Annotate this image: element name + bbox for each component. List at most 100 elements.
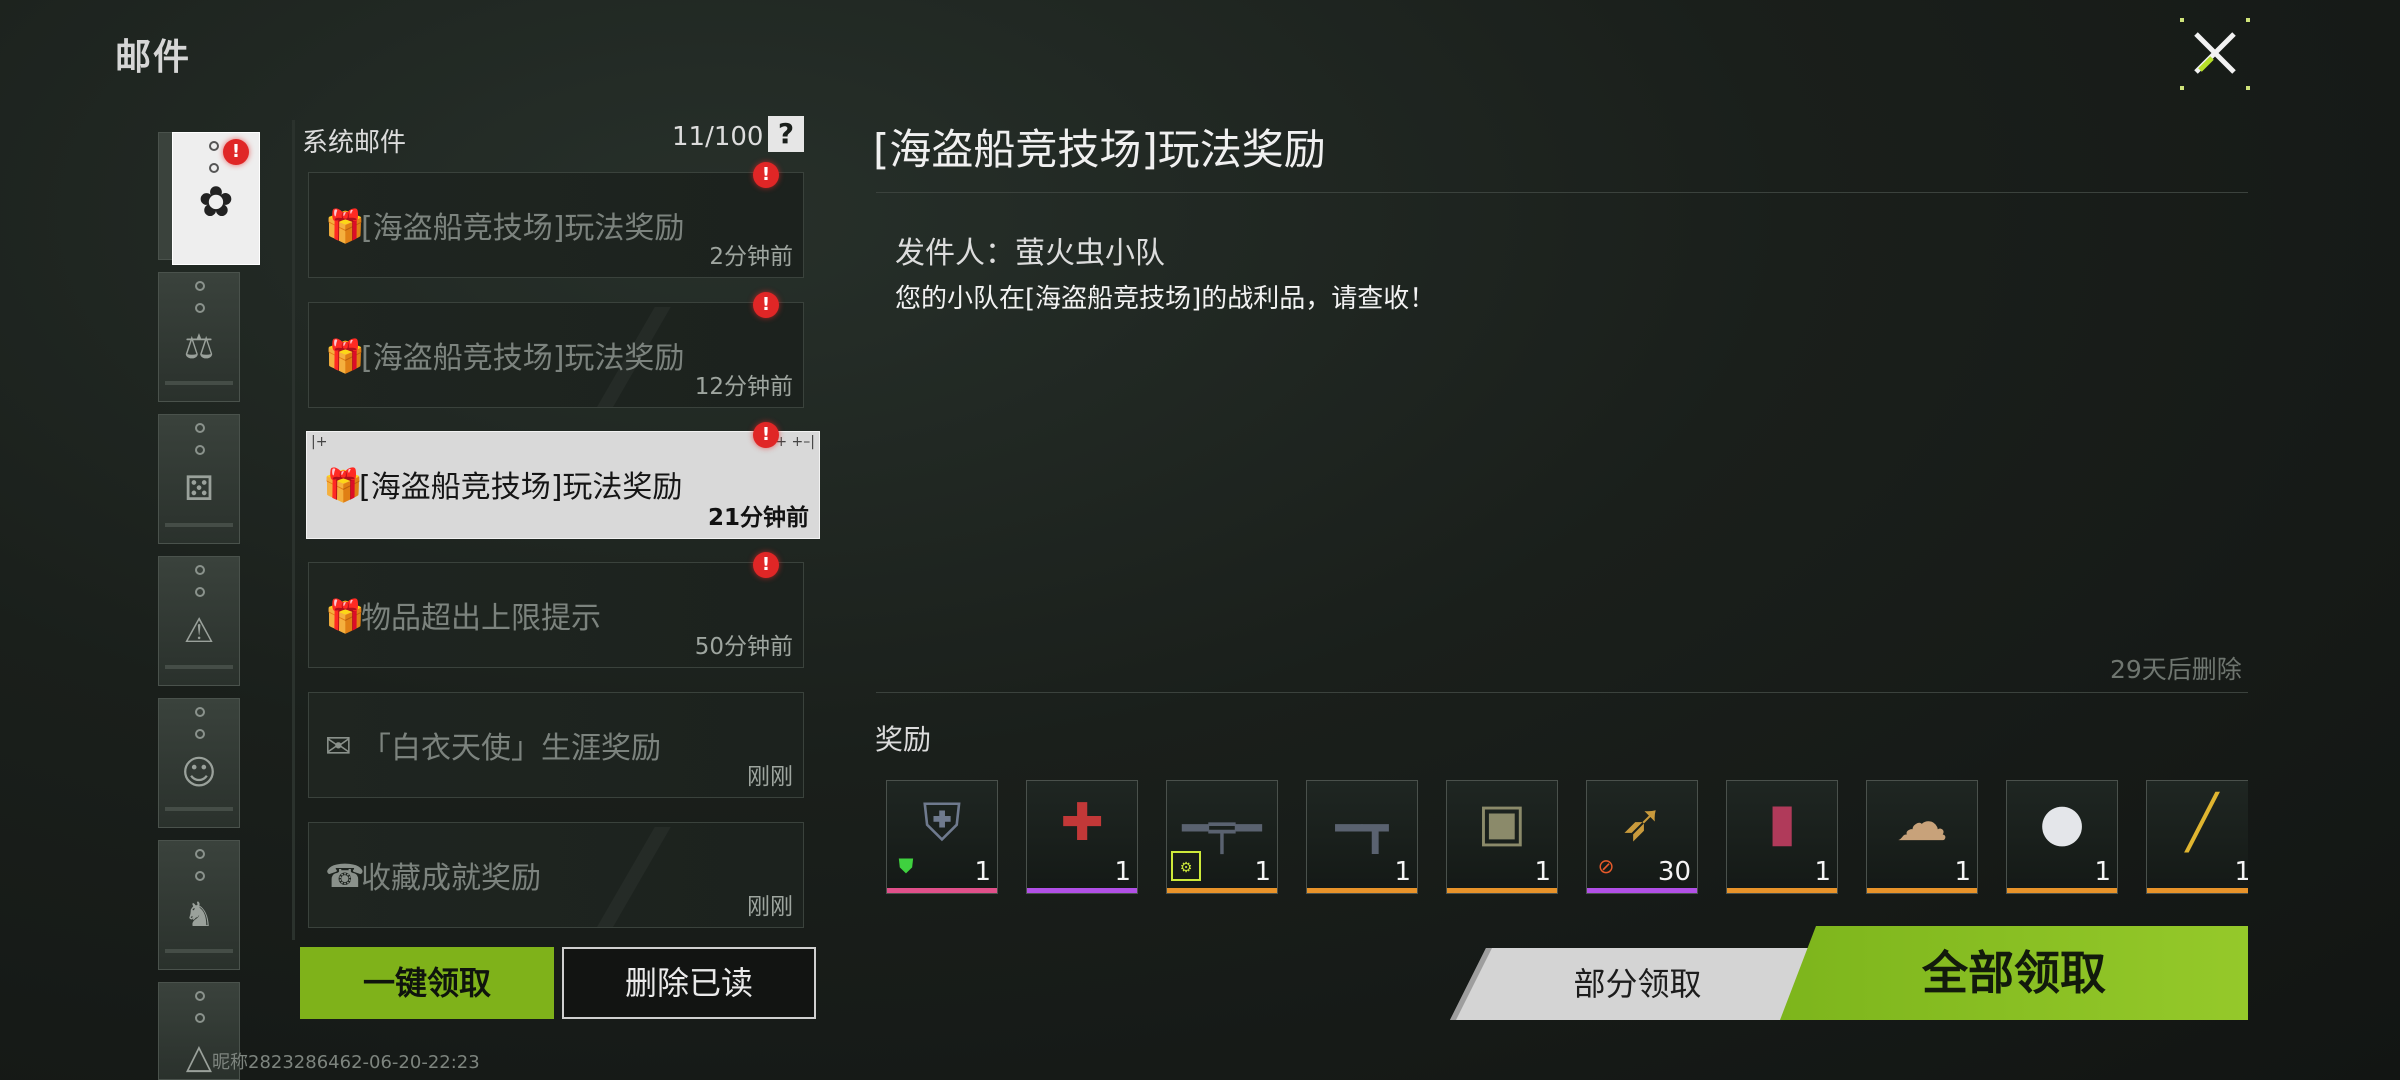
gavel-icon: ⚖: [183, 327, 215, 367]
ghillie-hood-icon: ☁: [1896, 793, 1948, 853]
page-title: 邮件: [115, 37, 192, 78]
rarity-bar: [1167, 888, 1277, 893]
gift-icon: 🎁: [325, 337, 365, 375]
trophy-icon: ☎: [325, 857, 365, 895]
mail-time: 50分钟前: [694, 634, 793, 660]
reward-qty: 1: [2234, 857, 2248, 887]
mail-item[interactable]: 🎁 [海盗船竞技场]玩法奖励 12分钟前: [308, 302, 804, 408]
mail-time: 刚刚: [747, 764, 793, 790]
gift-icon: 🎁: [325, 207, 365, 245]
rewards-label: 奖励: [875, 723, 932, 756]
reward-item[interactable]: ⛨ ⛊ 1: [886, 780, 998, 894]
backpack-icon: ▣: [1477, 793, 1527, 853]
unread-badge: !: [753, 552, 779, 578]
category-notice[interactable]: ⚠: [158, 556, 240, 686]
gift-icon: 🎁: [323, 466, 363, 504]
reward-qty: 1: [974, 857, 991, 887]
reward-item[interactable]: ● 1: [2006, 780, 2118, 894]
mail-time: 21分钟前: [707, 505, 809, 531]
category-friends[interactable]: ☺: [158, 698, 240, 828]
reward-item[interactable]: ☁ 1: [1866, 780, 1978, 894]
rarity-bar: [887, 888, 997, 893]
player-nickname: 昵称2823286462-06-20-22:23: [212, 1052, 480, 1073]
reward-qty: 30: [1657, 857, 1691, 887]
reward-item[interactable]: ▮ 1: [1726, 780, 1838, 894]
smg-icon: ━┳: [1335, 803, 1389, 854]
reward-item[interactable]: ➶ ⊘ 30: [1586, 780, 1698, 894]
divider: [876, 692, 2248, 693]
rarity-bar: [1727, 888, 1837, 893]
mail-title: [海盗船竞技场]玩法奖励: [361, 341, 685, 376]
no-entry-tag-icon: ⊘: [1597, 854, 1615, 878]
reward-qty: 1: [1394, 857, 1411, 887]
partial-claim-label: 部分领取: [1573, 965, 1702, 1003]
mail-title: 物品超出上限提示: [361, 601, 601, 636]
ammo-icon: ➶: [1620, 793, 1664, 853]
mail-detail-title: [海盗船竞技场]玩法奖励: [873, 125, 1326, 174]
divider: [876, 192, 2248, 193]
mail-item[interactable]: ☎ 收藏成就奖励 刚刚: [308, 822, 804, 928]
mail-title: [海盗船竞技场]玩法奖励: [361, 211, 685, 246]
golden-pistol-icon: ╱: [2186, 793, 2218, 853]
rarity-bar: [1447, 888, 1557, 893]
mail-time: 刚刚: [747, 894, 793, 920]
mail-item[interactable]: ✉ 「白衣天使」生涯奖励 刚刚: [308, 692, 804, 798]
mail-title: 收藏成就奖励: [361, 861, 541, 896]
delete-read-button[interactable]: 删除已读: [562, 947, 816, 1019]
mail-count: 11/100: [672, 122, 764, 152]
mail-title: 「白衣天使」生涯奖励: [361, 731, 661, 766]
rarity-bar: [1307, 888, 1417, 893]
expire-notice: 29天后删除: [2110, 655, 2242, 684]
reward-qty: 1: [1534, 857, 1551, 887]
reward-item[interactable]: ╱ 1: [2146, 780, 2248, 894]
unread-badge: !: [753, 292, 779, 318]
close-button[interactable]: [2180, 18, 2250, 90]
rail-divider: [292, 120, 295, 940]
mail-item[interactable]: 🎁 物品超出上限提示 50分钟前: [308, 562, 804, 668]
mail-time: 2分钟前: [709, 244, 793, 270]
unread-badge: !: [223, 139, 249, 165]
reward-qty: 1: [1114, 857, 1131, 887]
mail-time: 12分钟前: [694, 374, 793, 400]
rewards-row: ⛨ ⛊ 1 ✚ 1 ━╤━ ⚙ 1 ━┳ 1 ▣ 1 ➶ ⊘ 30 ▮ 1 ☁ …: [880, 778, 2248, 898]
category-auction[interactable]: ⚖: [158, 272, 240, 402]
reward-item[interactable]: ✚ 1: [1026, 780, 1138, 894]
reward-item[interactable]: ━┳ 1: [1306, 780, 1418, 894]
mail-title: [海盗船竞技场]玩法奖励: [359, 470, 683, 505]
medkit-icon: ✚: [1060, 793, 1104, 853]
penguin-charm-icon: ●: [2039, 793, 2085, 853]
reward-qty: 1: [1954, 857, 1971, 887]
claim-all-button[interactable]: 全部领取: [1780, 926, 2248, 1020]
rarity-bar: [2147, 888, 2248, 893]
armor-vest-icon: ⛨: [922, 793, 962, 853]
shield-tag-icon: ⛊: [898, 854, 914, 878]
assault-rifle-icon: ━╤━: [1182, 803, 1262, 854]
mail-sender: 发件人：萤火虫小队: [895, 236, 1165, 271]
rarity-bar: [2007, 888, 2117, 893]
frog-icon: ♞: [183, 895, 215, 935]
unread-badge: !: [753, 422, 779, 448]
category-games[interactable]: ⚄: [158, 414, 240, 544]
reward-qty: 1: [2094, 857, 2111, 887]
person-icon: ☺: [181, 753, 217, 793]
close-icon: [2194, 32, 2236, 74]
attachment-tag-icon: ⚙: [1171, 851, 1201, 881]
help-icon[interactable]: ?: [768, 116, 804, 152]
one-click-claim-button[interactable]: 一键领取: [300, 947, 554, 1019]
mail-item[interactable]: 🎁 [海盗船竞技场]玩法奖励 2分钟前: [308, 172, 804, 278]
category-team[interactable]: ♞: [158, 840, 240, 970]
rarity-bar: [1027, 888, 1137, 893]
rarity-bar: [1867, 888, 1977, 893]
warning-icon: ⚠: [183, 611, 215, 651]
dice-icon: ⚄: [184, 469, 214, 509]
reward-item[interactable]: ▣ 1: [1446, 780, 1558, 894]
mail-list-title: 系统邮件: [302, 128, 407, 158]
mail-body: 您的小队在[海盗船竞技场]的战利品，请查收！: [895, 284, 1436, 314]
category-system-mail[interactable]: ✿ !: [172, 132, 260, 265]
gift-icon: 🎁: [325, 597, 365, 635]
reward-item[interactable]: ━╤━ ⚙ 1: [1166, 780, 1278, 894]
unread-badge: !: [753, 162, 779, 188]
reward-qty: 1: [1814, 857, 1831, 887]
mail-item-selected[interactable]: |+ + +–| 🎁 [海盗船竞技场]玩法奖励 21分钟前: [306, 431, 820, 539]
partial-claim-button[interactable]: 部分领取: [1450, 948, 1825, 1020]
